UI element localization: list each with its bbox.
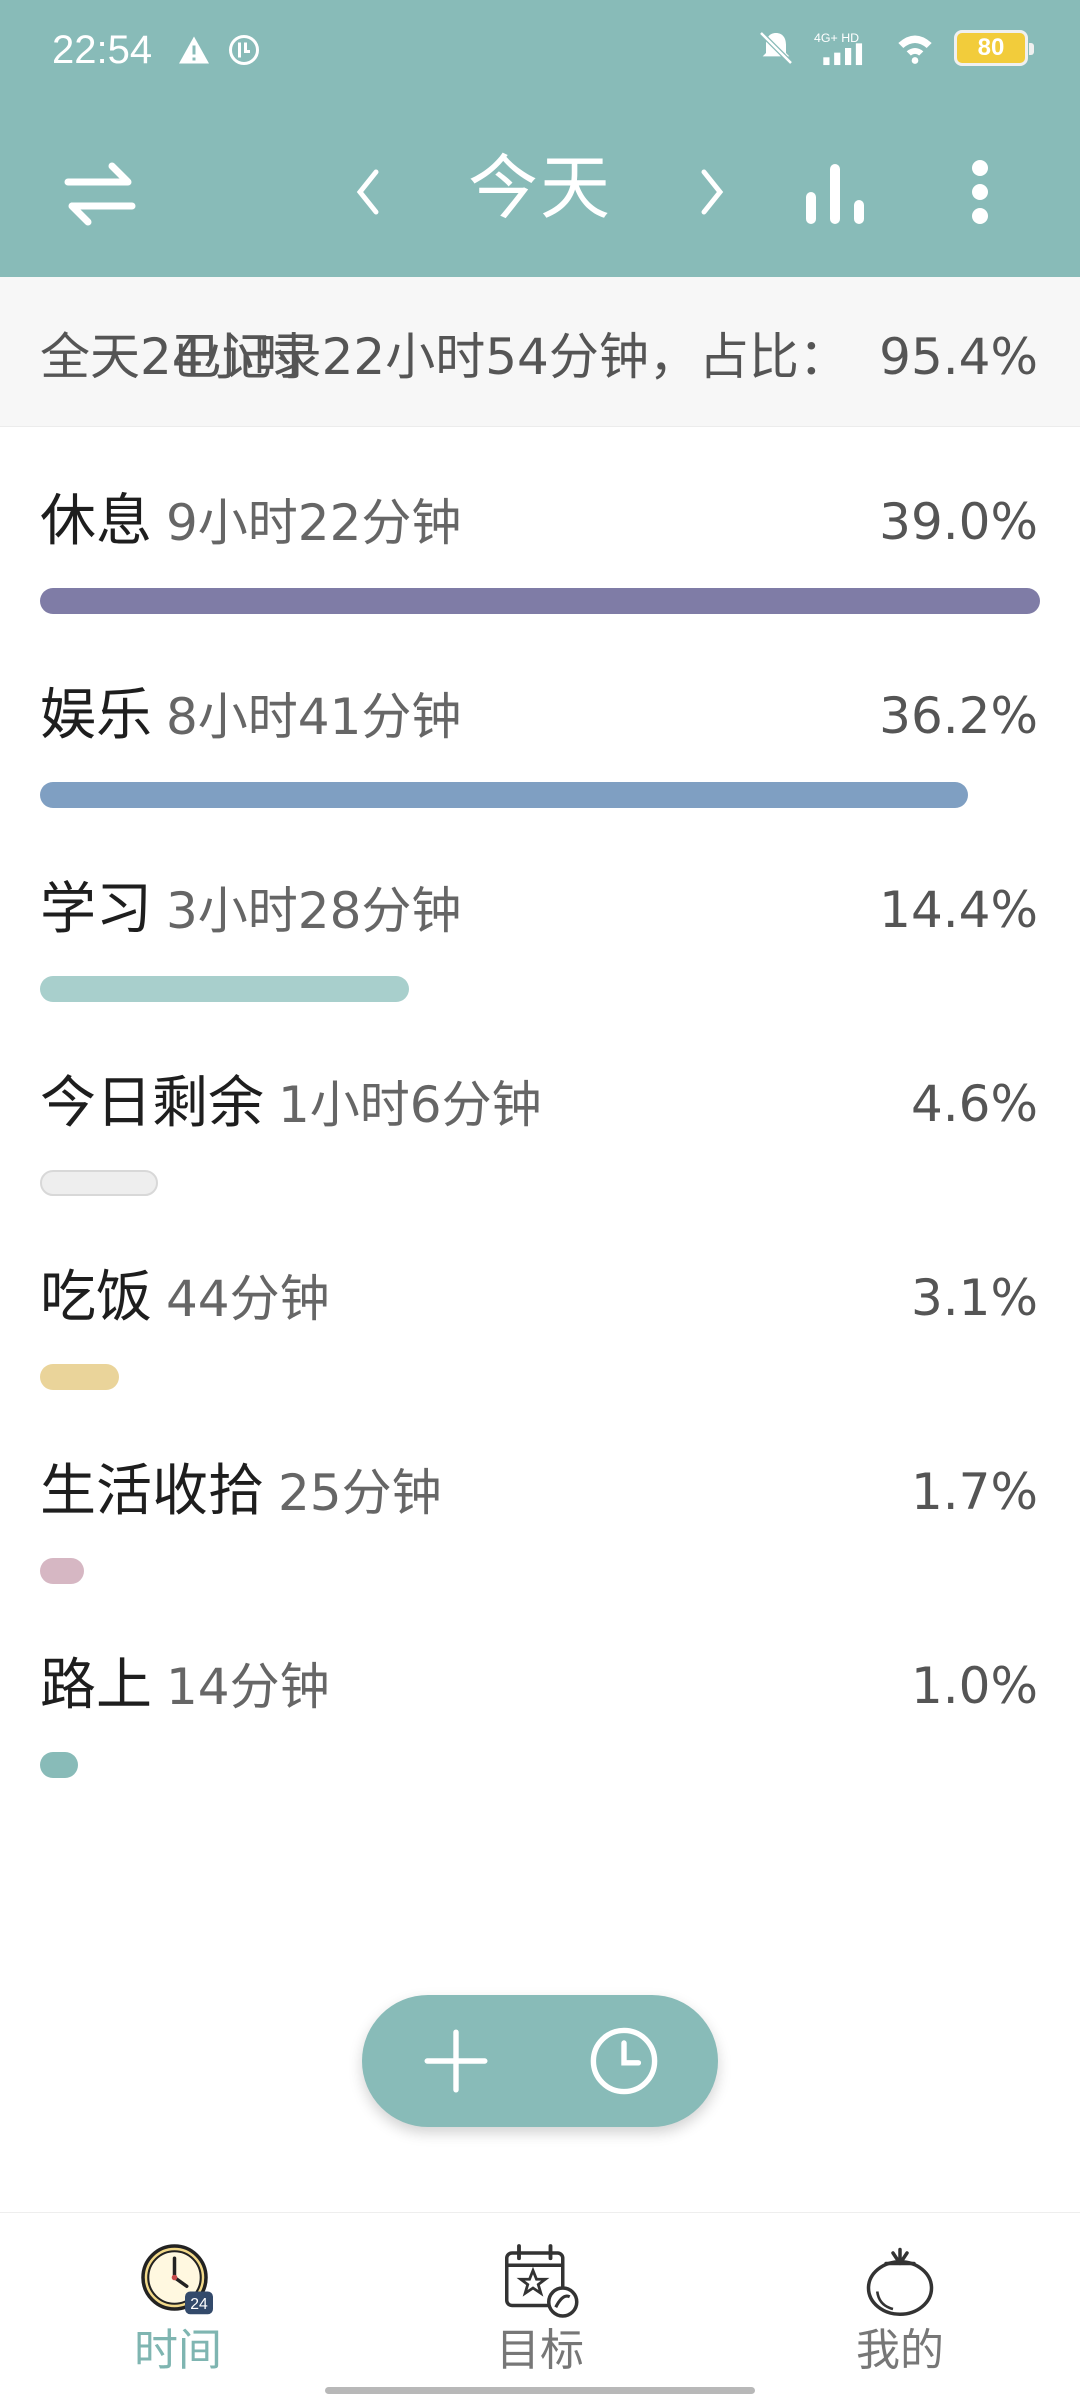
category-row[interactable]: 学习 3小时28分钟 14.4% — [0, 870, 1080, 1064]
category-duration: 1小时6分钟 — [278, 1076, 542, 1134]
category-name: 休息 — [40, 489, 152, 554]
category-name: 今日剩余 — [40, 1071, 264, 1136]
progress-bar — [40, 976, 409, 1002]
add-record-button[interactable] — [420, 2025, 492, 2097]
progress-bar — [40, 1364, 119, 1390]
category-percent: 4.6% — [910, 1075, 1038, 1133]
status-time: 22:54 — [52, 28, 153, 72]
category-percent: 36.2% — [879, 687, 1038, 745]
status-bar: 22:54 4G+ HD 80 — [0, 0, 1080, 100]
wifi-icon — [898, 35, 932, 64]
progress-bar — [40, 1558, 84, 1584]
nav-label-time: 时间 — [134, 2325, 222, 2376]
previous-day-button[interactable] — [338, 152, 398, 232]
progress-track — [40, 782, 1040, 808]
nav-item-goals[interactable]: 目标 — [440, 2239, 640, 2379]
statistics-button[interactable] — [800, 152, 872, 232]
category-row[interactable]: 路上 14分钟 1.0% — [0, 1646, 1080, 1840]
category-label: 吃饭 44分钟 — [40, 1258, 330, 1339]
category-duration: 8小时41分钟 — [166, 688, 462, 746]
warning-icon — [179, 36, 209, 64]
category-label: 学习 3小时28分钟 — [40, 870, 461, 951]
swap-button[interactable] — [60, 154, 140, 234]
category-duration: 44分钟 — [166, 1270, 330, 1328]
category-label: 娱乐 8小时41分钟 — [40, 676, 461, 757]
toolbar: 今天 — [0, 100, 1080, 277]
cellular-signal-icon: 4G+ HD — [814, 31, 863, 66]
category-row[interactable]: 娱乐 8小时41分钟 36.2% — [0, 676, 1080, 870]
category-name: 吃饭 — [40, 1265, 152, 1330]
floating-action-pill — [362, 1995, 718, 2127]
category-row[interactable]: 休息 9小时22分钟 39.0% — [0, 482, 1080, 676]
category-duration: 3小时28分钟 — [166, 882, 462, 940]
app-root: 22:54 4G+ HD 80 今天 全天24小时已记录22小时54分钟，占比：… — [0, 0, 1080, 2400]
category-duration: 9小时22分钟 — [166, 494, 462, 552]
progress-track — [40, 976, 1040, 1002]
category-percent: 1.0% — [910, 1657, 1038, 1715]
category-label: 生活收拾 25分钟 — [40, 1452, 442, 1533]
category-row[interactable]: 吃饭 44分钟 3.1% — [0, 1258, 1080, 1452]
battery-indicator: 80 — [954, 30, 1034, 66]
start-timer-button[interactable] — [588, 2025, 660, 2097]
date-title[interactable]: 今天 — [400, 138, 680, 238]
category-name: 娱乐 — [40, 683, 152, 748]
progress-bar — [40, 588, 1040, 614]
category-percent: 14.4% — [879, 881, 1038, 939]
progress-track — [40, 1558, 1040, 1584]
category-duration: 14分钟 — [166, 1658, 330, 1716]
status-left-icons — [176, 32, 262, 68]
progress-track — [40, 1752, 1040, 1778]
tomato-icon — [866, 2247, 934, 2316]
category-row[interactable]: 生活收拾 25分钟 1.7% — [0, 1452, 1080, 1646]
gesture-navigation-bar[interactable] — [325, 2387, 755, 2394]
calendar-goal-icon — [505, 2244, 579, 2318]
progress-track — [40, 1364, 1040, 1390]
status-right-icons: 4G+ HD 80 — [756, 28, 1034, 68]
clock-24-icon: 24 — [141, 2244, 213, 2315]
next-day-button[interactable] — [682, 152, 742, 232]
category-row[interactable]: 今日剩余 1小时6分钟 4.6% — [0, 1064, 1080, 1258]
nav-item-time[interactable]: 24 时间 — [78, 2239, 278, 2379]
swap-arrows-icon — [64, 162, 136, 226]
clock-icon — [590, 2027, 658, 2095]
nav-label-mine: 我的 — [856, 2325, 944, 2376]
mute-bell-icon — [759, 31, 793, 65]
plus-icon — [424, 2029, 488, 2093]
progress-track — [40, 1170, 1040, 1196]
summary-percent: 95.4% — [879, 328, 1038, 386]
progress-bar — [40, 782, 968, 808]
summary-row: 全天24小时已记录22小时54分钟，占比： 95.4% — [0, 277, 1080, 427]
category-percent: 3.1% — [910, 1269, 1038, 1327]
progress-bar — [40, 1752, 78, 1778]
category-percent: 1.7% — [910, 1463, 1038, 1521]
more-options-button[interactable] — [950, 152, 1010, 232]
more-vertical-icon — [972, 160, 988, 224]
bottom-navigation: 24 时间 目标 我的 — [0, 2212, 1080, 2400]
nav-label-goals: 目标 — [496, 2325, 584, 2376]
nav-item-mine[interactable]: 我的 — [800, 2239, 1000, 2379]
summary-text: 全天24小时已记录22小时54分钟，占比： — [40, 327, 849, 387]
chevron-left-icon — [356, 169, 379, 215]
battery-level: 80 — [977, 34, 1005, 61]
category-label: 路上 14分钟 — [40, 1646, 330, 1727]
category-label: 今日剩余 1小时6分钟 — [40, 1064, 542, 1145]
category-label: 休息 9小时22分钟 — [40, 482, 461, 563]
network-type-label: 4G+ HD — [814, 31, 859, 45]
category-percent: 39.0% — [879, 493, 1038, 551]
svg-text:24: 24 — [190, 2296, 208, 2313]
header: 22:54 4G+ HD 80 今天 — [0, 0, 1080, 277]
progress-bar — [40, 1170, 158, 1196]
app-notification-icon — [229, 35, 259, 65]
category-name: 路上 — [40, 1653, 152, 1718]
bar-chart-icon — [806, 164, 864, 224]
summary-recorded: 已记录22小时54分钟，占比： — [171, 328, 849, 386]
category-name: 生活收拾 — [40, 1459, 264, 1524]
progress-track — [40, 588, 1040, 614]
category-name: 学习 — [40, 877, 152, 942]
chevron-right-icon — [701, 169, 724, 215]
category-duration: 25分钟 — [278, 1464, 442, 1522]
